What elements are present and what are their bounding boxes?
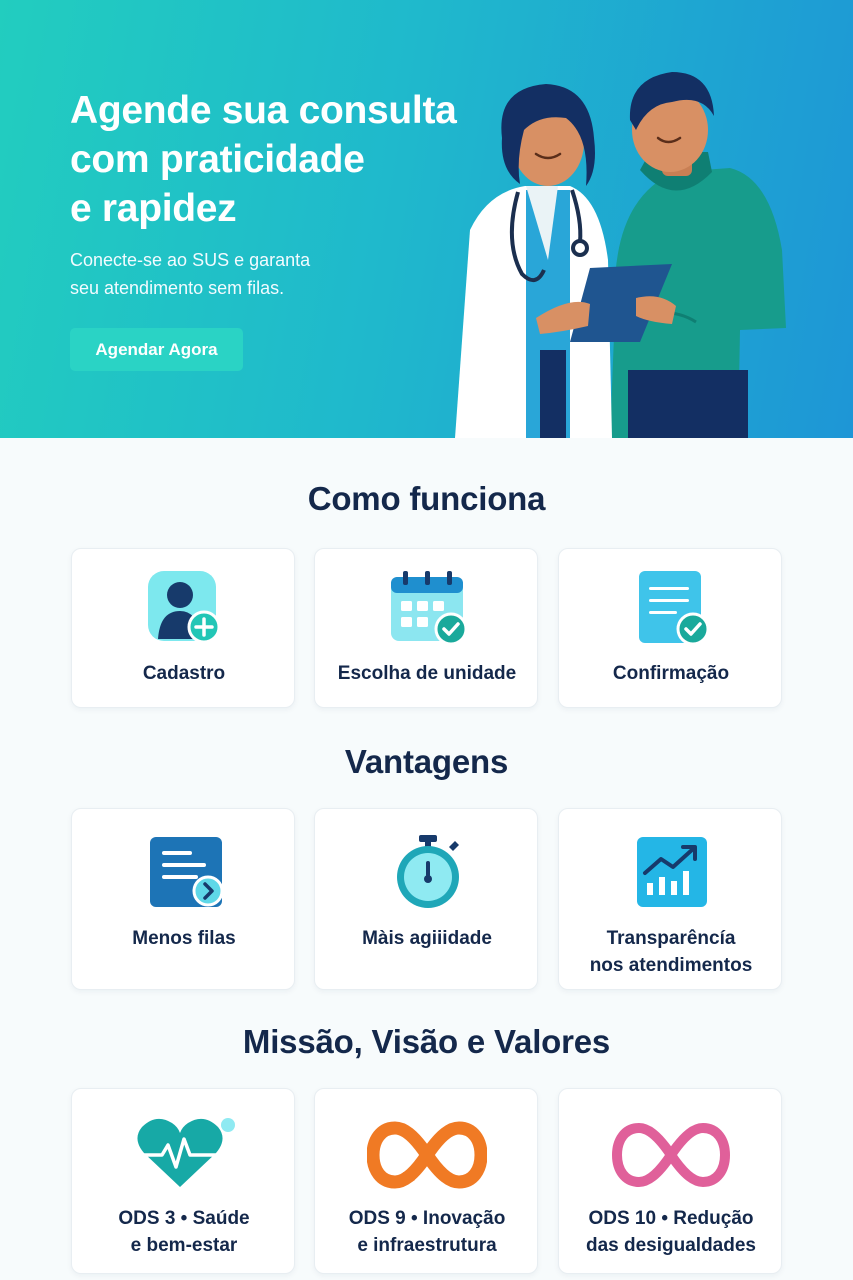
stopwatch-icon	[397, 835, 459, 908]
card-ods-9[interactable]: ODS 9 • Inovação e infraestrutura	[314, 1088, 538, 1274]
user-add-icon	[148, 571, 221, 644]
hero-subtitle: Conecte-se ao SUS e garanta seu atendime…	[70, 250, 311, 298]
card-menos-filas[interactable]: Menos filas	[71, 808, 295, 990]
card-label: ODS 3 • Saúde e bem-estar	[118, 1208, 250, 1256]
card-confirmacao[interactable]: Confirmação	[558, 548, 782, 708]
card-cadastro[interactable]: Cadastro	[71, 548, 295, 708]
hero-title: Agende sua consulta com praticidade e ra…	[70, 89, 457, 230]
card-label: Cadastro	[142, 663, 226, 684]
infinity-pink-icon	[611, 1122, 731, 1188]
hero-banner: Agende sua consulta com praticidade e ra…	[0, 0, 853, 438]
card-label: Transparêncía nos atendimentos	[589, 928, 753, 976]
heart-pulse-icon	[136, 1118, 235, 1187]
growth-chart-icon	[637, 837, 707, 907]
card-transparencia[interactable]: Transparêncía nos atendimentos	[558, 808, 782, 990]
card-ods-10[interactable]: ODS 10 • Redução das desigualdades	[558, 1088, 782, 1274]
calendar-check-icon	[391, 571, 465, 645]
document-check-icon	[639, 571, 709, 645]
document-arrow-icon	[150, 837, 222, 907]
card-label: Escolha de unidade	[337, 663, 517, 684]
card-label: ODS 9 • Inovação e infraestrutura	[348, 1208, 506, 1256]
card-mais-agilidade[interactable]: Màis agiiidade	[314, 808, 538, 990]
card-ods-3[interactable]: ODS 3 • Saúde e bem-estar	[71, 1088, 295, 1274]
how-it-works-title: Como funciona	[307, 480, 546, 517]
card-label: Menos filas	[132, 928, 236, 949]
doctor-and-patient-illustration	[455, 72, 786, 438]
card-label: ODS 10 • Redução das desigualdades	[585, 1208, 756, 1256]
advantages-title: Vantagens	[344, 743, 509, 780]
card-label: Màis agiiidade	[362, 928, 492, 949]
card-escolha-de-unidade[interactable]: Escolha de unidade	[314, 548, 538, 708]
schedule-now-button[interactable]: Agendar Agora	[70, 328, 243, 371]
card-label: Confirmação	[612, 663, 730, 684]
infinity-orange-icon	[367, 1121, 487, 1189]
mission-vision-values-title: Missão, Visão e Valores	[242, 1023, 611, 1060]
